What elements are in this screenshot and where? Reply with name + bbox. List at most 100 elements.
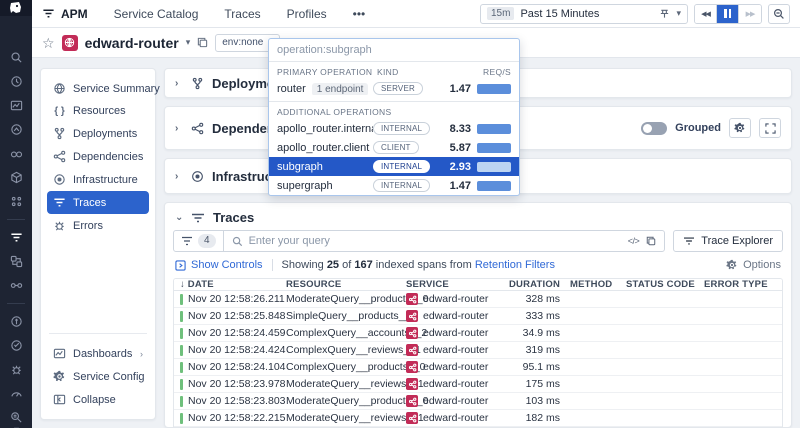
deployments-expand-chevron-icon[interactable]: › xyxy=(175,78,183,89)
span-duration: 333 ms xyxy=(525,310,560,322)
sidebar-item-service-config[interactable]: Service Config xyxy=(47,365,149,388)
nav-item--[interactable]: ••• xyxy=(353,7,366,21)
dependencies-fullscreen-button[interactable] xyxy=(759,118,781,138)
span-row[interactable]: Nov 20 12:58:23.978 ModerateQuery__revie… xyxy=(174,376,782,393)
span-row[interactable]: Nov 20 12:58:23.803 ModerateQuery__produ… xyxy=(174,393,782,410)
sidebar-item-label: Errors xyxy=(73,219,103,232)
operation-row-apollo-router-client[interactable]: apollo_router.client CLIENT 5.87 xyxy=(269,138,519,157)
trace-explorer-button[interactable]: Trace Explorer xyxy=(673,230,783,252)
traces-collapse-chevron-icon[interactable]: ⌄ xyxy=(175,212,183,223)
sidebar-item-label: Infrastructure xyxy=(73,173,138,186)
pause-button[interactable] xyxy=(717,4,739,23)
rail-history-icon[interactable] xyxy=(7,74,25,89)
service-caret-icon[interactable]: ▾ xyxy=(186,37,191,48)
span-row[interactable]: Nov 20 12:58:24.104 ComplexQuery__produc… xyxy=(174,359,782,376)
column-header-date[interactable]: ↓ DATE xyxy=(180,279,286,290)
rail-search-icon[interactable] xyxy=(7,50,25,65)
column-header-service[interactable]: SERVICE xyxy=(406,279,508,290)
trace-search-input[interactable]: Enter your query xyxy=(224,235,620,247)
service-icon xyxy=(406,344,418,356)
sidebar-item-dependencies[interactable]: Dependencies xyxy=(47,145,149,168)
sidebar-item-dashboards[interactable]: Dashboards › xyxy=(47,342,149,365)
zoom-out-button[interactable] xyxy=(768,3,790,24)
rail-service-map-icon[interactable] xyxy=(7,278,25,293)
rail-dashboards-icon[interactable] xyxy=(7,98,25,113)
show-controls-button[interactable]: Show Controls xyxy=(175,259,263,271)
span-date: Nov 20 12:58:24.459 xyxy=(188,327,286,339)
infrastructure-expand-chevron-icon[interactable]: › xyxy=(175,171,183,182)
query-copy-icon[interactable] xyxy=(646,236,656,246)
column-header-status-code[interactable]: STATUS CODE xyxy=(626,279,704,290)
sidebar-item-traces[interactable]: Traces xyxy=(47,191,149,214)
filters-button[interactable]: 4 xyxy=(174,231,224,251)
retention-filters-link[interactable]: Retention Filters xyxy=(475,259,555,271)
service-icon xyxy=(406,378,418,390)
sidebar-item-infrastructure[interactable]: Infrastructure xyxy=(47,168,149,191)
span-resource: ModerateQuery__reviews__1 xyxy=(286,412,424,424)
copy-icon[interactable] xyxy=(197,37,208,48)
kind-pill: INTERNAL xyxy=(373,179,431,192)
kind-pill: INTERNAL xyxy=(373,160,431,173)
rail-hostmap-icon[interactable] xyxy=(7,194,25,209)
nav-item-profiles[interactable]: Profiles xyxy=(287,7,327,21)
pin-icon[interactable] xyxy=(659,8,670,19)
nav-item-service-catalog[interactable]: Service Catalog xyxy=(114,7,199,21)
service-icon xyxy=(406,310,418,322)
dependencies-settings-button[interactable] xyxy=(729,118,751,138)
span-row[interactable]: Nov 20 12:58:24.424 ComplexQuery__review… xyxy=(174,342,782,359)
nav-item-traces[interactable]: Traces xyxy=(224,7,260,21)
service-icon xyxy=(406,293,418,305)
sidebar-item-label: Resources xyxy=(73,105,126,117)
chevron-right-icon: › xyxy=(140,348,143,359)
time-range-picker[interactable]: 15m Past 15 Minutes ▾ xyxy=(480,3,688,24)
time-range-label: Past 15 Minutes xyxy=(520,7,600,20)
nav-item-apm[interactable]: APM xyxy=(42,7,88,21)
rail-log-patterns-icon[interactable] xyxy=(7,410,25,425)
span-row[interactable]: Nov 20 12:58:25.848 SimpleQuery__product… xyxy=(174,308,782,325)
sidebar-item-errors[interactable]: Errors xyxy=(47,214,149,237)
sidebar-item-resources[interactable]: { } Resources xyxy=(47,100,149,122)
column-header-error-type[interactable]: ERROR TYPE xyxy=(704,279,776,290)
operation-search-input[interactable]: operation:subgraph xyxy=(269,39,519,62)
rail-processes-icon[interactable] xyxy=(7,254,25,269)
datadog-logo[interactable] xyxy=(0,0,32,16)
sidebar-item-service-summary[interactable]: Service Summary xyxy=(47,77,160,100)
rail-metrics-icon[interactable] xyxy=(7,122,25,137)
time-back-button[interactable]: ◀◀ xyxy=(695,4,717,23)
dependencies-expand-chevron-icon[interactable]: › xyxy=(175,123,183,134)
sidebar-item-deployments[interactable]: Deployments xyxy=(47,122,149,145)
span-date: Nov 20 12:58:22.215 xyxy=(188,412,286,424)
span-row[interactable]: Nov 20 12:58:24.459 ComplexQuery__accoun… xyxy=(174,325,782,342)
rail-apm-icon[interactable] xyxy=(7,230,25,245)
operation-row-apollo-router-internal[interactable]: apollo_router.internal INTERNAL 8.33 xyxy=(269,119,519,138)
options-button[interactable]: Options xyxy=(726,259,781,271)
span-row[interactable]: Nov 20 12:58:26.211 ModerateQuery__produ… xyxy=(174,291,782,308)
rail-watchdog-icon[interactable] xyxy=(7,146,25,161)
grouped-toggle[interactable] xyxy=(641,121,668,135)
span-status-bar xyxy=(180,395,183,407)
query-syntax-icon[interactable]: </> xyxy=(628,236,640,246)
operation-row-supergraph[interactable]: supergraph INTERNAL 1.47 xyxy=(269,176,519,195)
operation-row-subgraph[interactable]: subgraph INTERNAL 2.93 xyxy=(269,157,519,176)
trace-query-bar: 4 Enter your query </> xyxy=(173,230,666,252)
time-caret-icon[interactable]: ▾ xyxy=(676,8,681,19)
span-row[interactable]: Nov 20 12:58:22.215 ModerateQuery__revie… xyxy=(174,410,782,427)
rail-security-icon[interactable] xyxy=(7,362,25,377)
rail-rum-icon[interactable] xyxy=(7,386,25,401)
rail-infrastructure-icon[interactable] xyxy=(7,170,25,185)
kind-pill: INTERNAL xyxy=(373,122,431,135)
gear-icon xyxy=(53,370,66,383)
rail-synthetics-icon[interactable] xyxy=(7,338,25,353)
column-header-method[interactable]: METHOD xyxy=(570,279,626,290)
sidebar-item-collapse[interactable]: Collapse xyxy=(47,388,149,411)
favorite-star-icon[interactable]: ☆ xyxy=(42,36,55,50)
rail-billing-icon[interactable] xyxy=(7,314,25,329)
time-forward-button[interactable]: ▶▶ xyxy=(739,4,761,23)
options-gear-icon xyxy=(726,259,738,271)
reqs-value: 1.47 xyxy=(449,179,471,192)
span-service: edward-router xyxy=(423,310,489,322)
column-header-resource[interactable]: RESOURCE xyxy=(286,279,406,290)
operation-row-primary[interactable]: router 1 endpoint SERVER 1.47 xyxy=(269,79,519,98)
column-header-duration[interactable]: DURATION xyxy=(508,279,570,290)
total-count: 167 xyxy=(354,259,373,271)
